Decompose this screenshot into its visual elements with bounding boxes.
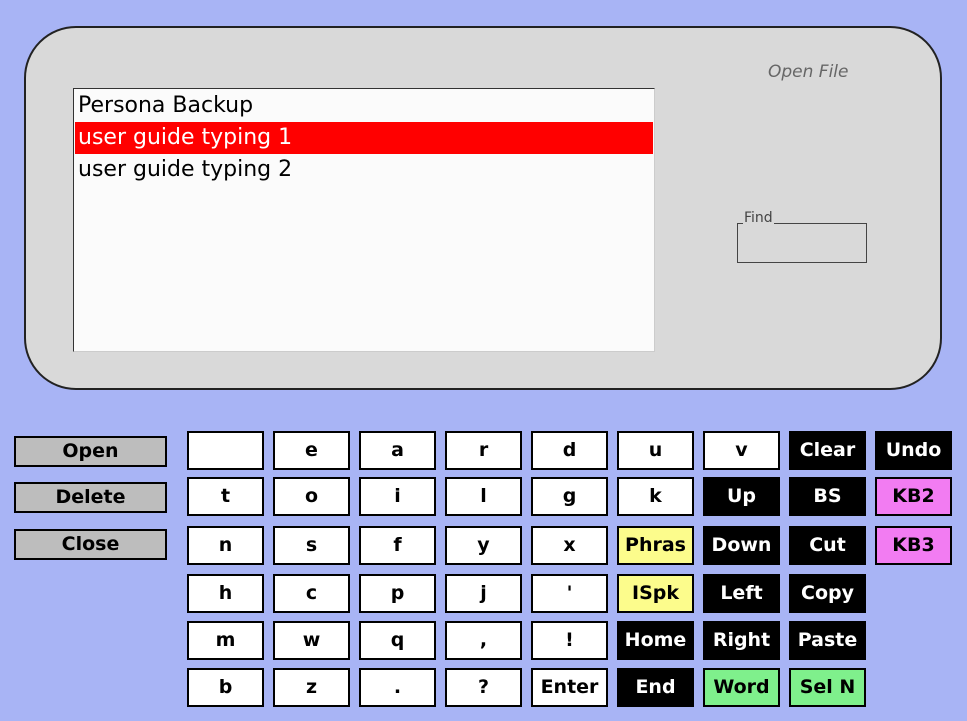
close-button[interactable]: Close <box>14 529 167 560</box>
key-m[interactable]: m <box>187 621 264 660</box>
key-d[interactable]: d <box>531 431 608 470</box>
key-blank[interactable] <box>187 431 264 470</box>
key-home[interactable]: Home <box>617 621 694 660</box>
key-c[interactable]: c <box>273 574 350 613</box>
key-t[interactable]: t <box>187 477 264 516</box>
key-h[interactable]: h <box>187 574 264 613</box>
key-copy[interactable]: Copy <box>789 574 866 613</box>
key-down[interactable]: Down <box>703 526 780 565</box>
key-l[interactable]: l <box>445 477 522 516</box>
delete-button[interactable]: Delete <box>14 482 167 513</box>
key-up[interactable]: Up <box>703 477 780 516</box>
key-u[interactable]: u <box>617 431 694 470</box>
key-f[interactable]: f <box>359 526 436 565</box>
key-k[interactable]: k <box>617 477 694 516</box>
key-word[interactable]: Word <box>703 668 780 707</box>
key-symbol[interactable]: . <box>359 668 436 707</box>
key-o[interactable]: o <box>273 477 350 516</box>
key-e[interactable]: e <box>273 431 350 470</box>
key-cut[interactable]: Cut <box>789 526 866 565</box>
key-a[interactable]: a <box>359 431 436 470</box>
key-i[interactable]: i <box>359 477 436 516</box>
key-x[interactable]: x <box>531 526 608 565</box>
file-item[interactable]: Persona Backup <box>75 90 653 122</box>
key-r[interactable]: r <box>445 431 522 470</box>
key-symbol[interactable]: ! <box>531 621 608 660</box>
key-symbol[interactable]: ? <box>445 668 522 707</box>
key-g[interactable]: g <box>531 477 608 516</box>
dialog-title: Open File <box>768 62 849 82</box>
key-s[interactable]: s <box>273 526 350 565</box>
key-symbol[interactable]: ' <box>531 574 608 613</box>
key-ispk[interactable]: ISpk <box>617 574 694 613</box>
find-input[interactable] <box>737 223 867 263</box>
key-kb3[interactable]: KB3 <box>875 526 952 565</box>
key-kb2[interactable]: KB2 <box>875 477 952 516</box>
key-b[interactable]: b <box>187 668 264 707</box>
key-w[interactable]: w <box>273 621 350 660</box>
key-enter[interactable]: Enter <box>531 668 608 707</box>
find-label: Find <box>743 210 774 226</box>
key-clear[interactable]: Clear <box>789 431 866 470</box>
key-j[interactable]: j <box>445 574 522 613</box>
key-bs[interactable]: BS <box>789 477 866 516</box>
key-paste[interactable]: Paste <box>789 621 866 660</box>
key-right[interactable]: Right <box>703 621 780 660</box>
key-n[interactable]: n <box>187 526 264 565</box>
open-button[interactable]: Open <box>14 436 167 467</box>
key-phras[interactable]: Phras <box>617 526 694 565</box>
key-y[interactable]: y <box>445 526 522 565</box>
key-left[interactable]: Left <box>703 574 780 613</box>
file-item-selected[interactable]: user guide typing 1 <box>75 122 653 154</box>
key-undo[interactable]: Undo <box>875 431 952 470</box>
key-q[interactable]: q <box>359 621 436 660</box>
key-symbol[interactable]: , <box>445 621 522 660</box>
key-end[interactable]: End <box>617 668 694 707</box>
key-sel-n[interactable]: Sel N <box>789 668 866 707</box>
key-p[interactable]: p <box>359 574 436 613</box>
key-v[interactable]: v <box>703 431 780 470</box>
file-item[interactable]: user guide typing 2 <box>75 154 653 186</box>
key-z[interactable]: z <box>273 668 350 707</box>
file-list[interactable]: Persona Backup user guide typing 1 user … <box>73 88 655 352</box>
